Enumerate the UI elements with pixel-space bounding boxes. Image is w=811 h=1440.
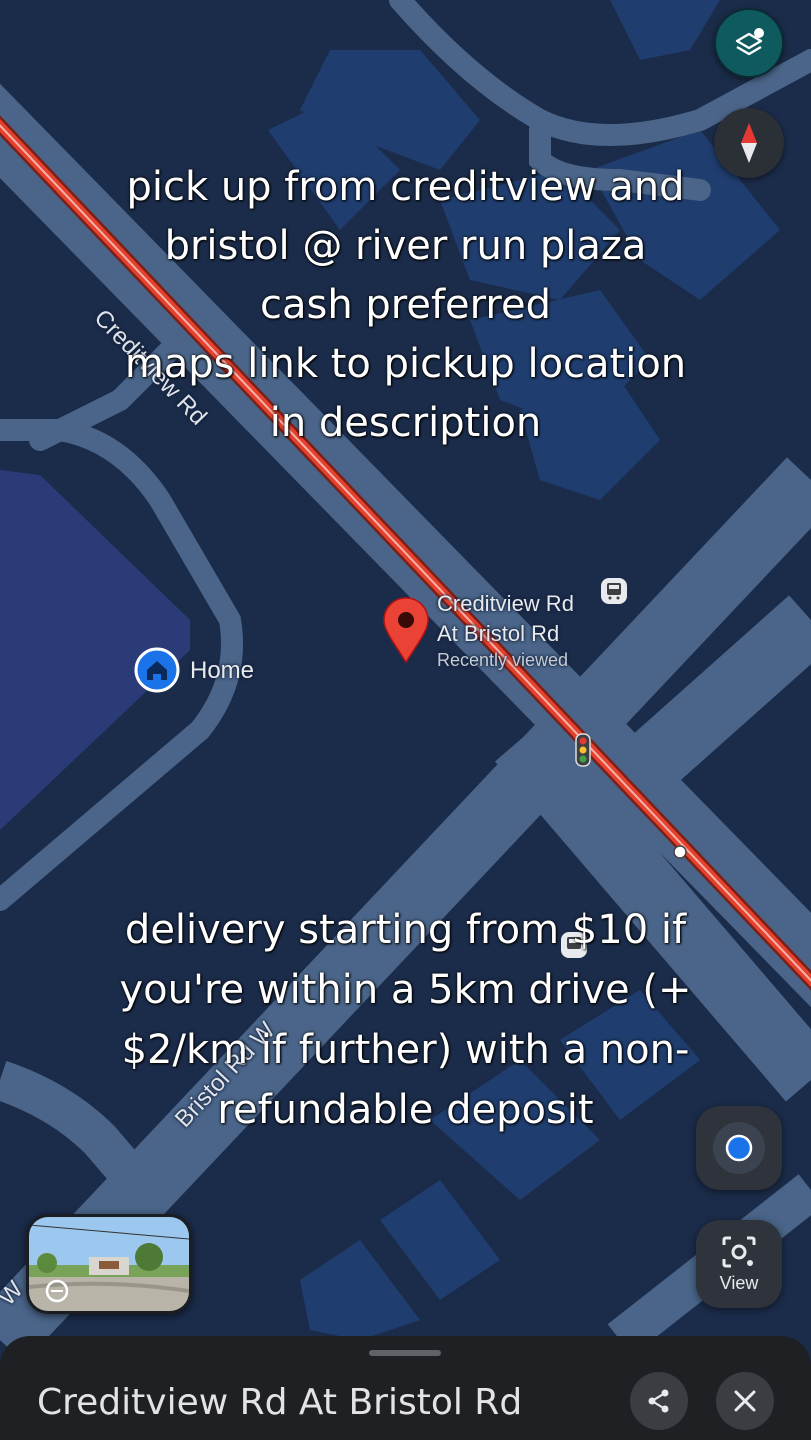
my-location-icon — [713, 1122, 765, 1174]
close-icon — [734, 1390, 756, 1412]
pin-title-line2[interactable]: At Bristol Rd — [437, 621, 559, 647]
compass-icon — [741, 123, 757, 163]
home-icon — [134, 647, 180, 693]
view-label: View — [719, 1272, 759, 1293]
layers-icon — [735, 28, 764, 56]
pin-title-line1[interactable]: Creditview Rd — [437, 591, 574, 617]
share-icon — [648, 1389, 669, 1413]
share-button[interactable] — [630, 1372, 688, 1430]
overlay-text-pickup: pick up from creditview and bristol @ ri… — [124, 164, 687, 446]
my-location-button[interactable] — [696, 1106, 782, 1190]
street-view-image — [29, 1217, 189, 1311]
street-view-thumbnail[interactable] — [26, 1214, 192, 1314]
compass-button[interactable] — [714, 108, 784, 178]
drag-handle[interactable] — [369, 1350, 441, 1356]
layers-button[interactable] — [714, 8, 784, 78]
lens-camera-icon — [722, 1236, 756, 1267]
place-title[interactable]: Creditview Rd At Bristol Rd — [37, 1382, 522, 1423]
view-button[interactable]: View — [696, 1220, 782, 1308]
home-label[interactable]: Home — [190, 657, 254, 685]
pin-subtitle: Recently viewed — [437, 650, 569, 670]
bottom-sheet[interactable]: Creditview Rd At Bristol Rd — [0, 1336, 811, 1440]
overlay-text-delivery: delivery starting from $10 if you're wit… — [119, 907, 692, 1133]
close-button[interactable] — [716, 1372, 774, 1430]
